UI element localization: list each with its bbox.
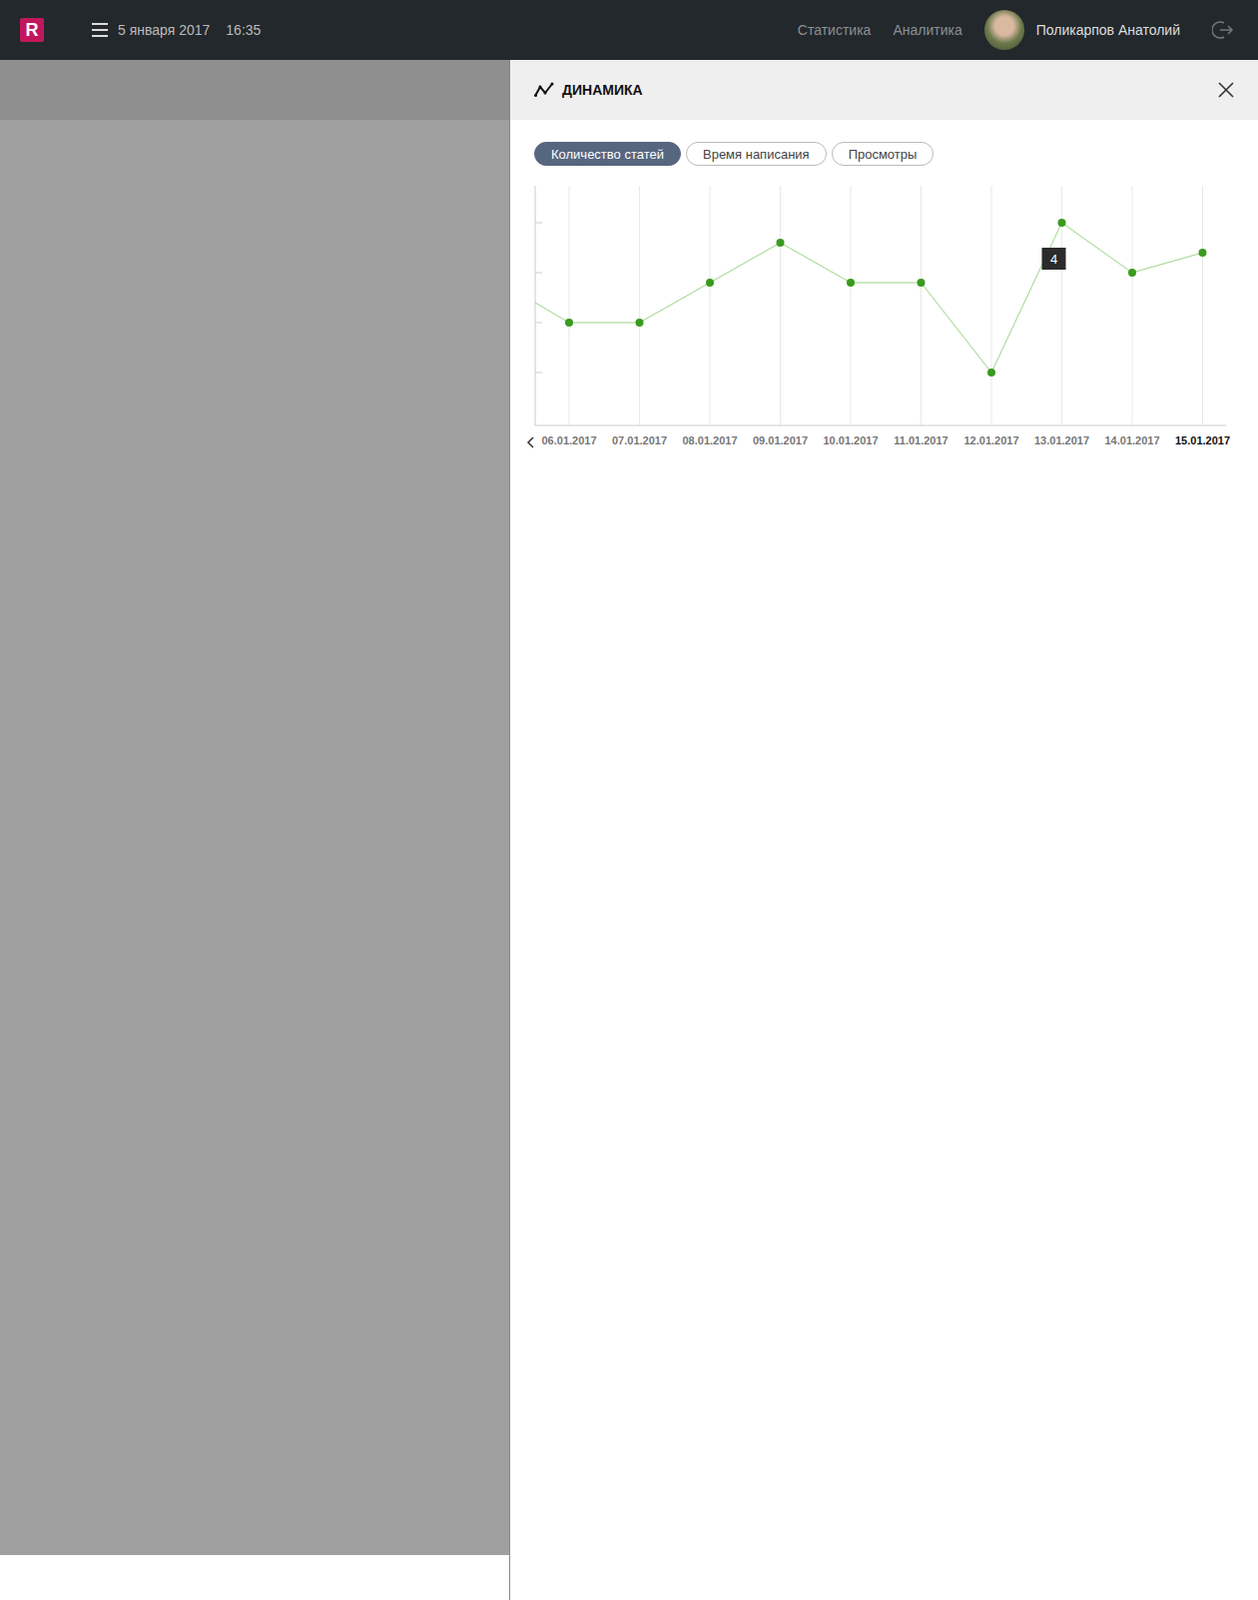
data-point[interactable] [635, 318, 644, 327]
date-label[interactable]: 06.01.2017 [541, 434, 597, 447]
date-label[interactable]: 10.01.2017 [822, 434, 878, 447]
avatar[interactable] [984, 9, 1025, 50]
grid-line [709, 185, 711, 426]
y-tick [535, 222, 543, 224]
chart-line-icon [534, 81, 555, 98]
data-point[interactable] [846, 278, 855, 287]
top-bar: R 5 января 2017 16:35 Статистика Аналитика По… [0, 0, 1258, 60]
date-label[interactable]: 07.01.2017 [612, 434, 667, 447]
date-label[interactable]: 12.01.2017 [963, 434, 1019, 447]
logo[interactable]: R [19, 17, 44, 42]
grid-line [638, 185, 640, 426]
app: R 5 января 2017 16:35 Статистика Аналитика По… [0, 0, 1258, 1600]
date-label[interactable]: 08.01.2017 [681, 434, 737, 447]
tabs: Количество статейВремя написанияПросмотр… [510, 119, 1258, 186]
svg-text:4: 4 [1050, 251, 1058, 267]
current-time: 16:35 [225, 21, 261, 38]
grid-line [991, 185, 993, 426]
panel-header: ДИНАМИКА [510, 59, 1258, 120]
data-point[interactable] [1128, 268, 1137, 277]
grid-line [850, 185, 852, 426]
tab[interactable]: Просмотры [831, 141, 935, 166]
grid-line [569, 185, 571, 426]
tab[interactable]: Время написания [685, 141, 827, 166]
date-label[interactable]: 11.01.2017 [893, 434, 948, 447]
date-label[interactable]: 15.01.2017 [1175, 434, 1231, 447]
data-point[interactable] [1199, 248, 1208, 257]
overlay[interactable] [0, 59, 511, 1600]
panel-title: ДИНАМИКА [562, 81, 643, 98]
user-name[interactable]: Поликарпов Анатолий [1036, 21, 1181, 38]
y-axis [535, 185, 537, 426]
data-point[interactable] [565, 318, 574, 327]
close-icon[interactable] [1218, 81, 1235, 98]
nav-link[interactable]: Аналитика [892, 21, 962, 38]
prev-arrow-icon[interactable] [528, 437, 534, 448]
data-point[interactable] [1058, 218, 1067, 227]
date-label[interactable]: 09.01.2017 [752, 434, 808, 447]
dynamics-panel: ДИНАМИКА Количество статейВремя написания… [510, 59, 1258, 1600]
x-axis [535, 425, 1227, 427]
y-tick [535, 322, 543, 324]
data-point[interactable] [987, 368, 996, 377]
tab[interactable]: Количество статей [534, 141, 681, 166]
y-tick [535, 372, 543, 374]
date-label[interactable]: 13.01.2017 [1034, 434, 1090, 447]
data-point[interactable] [776, 238, 785, 247]
grid-line [1202, 185, 1204, 426]
menu-icon[interactable] [91, 22, 108, 37]
series-line [535, 222, 1204, 373]
line-chart: 06.01.2017 07.01.2017 08.01.2017 09.01.2017… [520, 185, 1240, 456]
current-date: 5 января 2017 [117, 21, 210, 38]
tooltip: 4 [1042, 247, 1067, 270]
date-label[interactable]: 14.01.2017 [1104, 434, 1160, 447]
logout-icon[interactable] [1212, 19, 1235, 40]
data-point[interactable] [705, 278, 714, 287]
data-point[interactable] [917, 278, 926, 287]
grid-line [920, 185, 922, 426]
y-tick [535, 272, 543, 274]
nav-link[interactable]: Статистика [797, 21, 872, 38]
grid-line [1132, 185, 1134, 426]
grid-line [779, 185, 781, 426]
